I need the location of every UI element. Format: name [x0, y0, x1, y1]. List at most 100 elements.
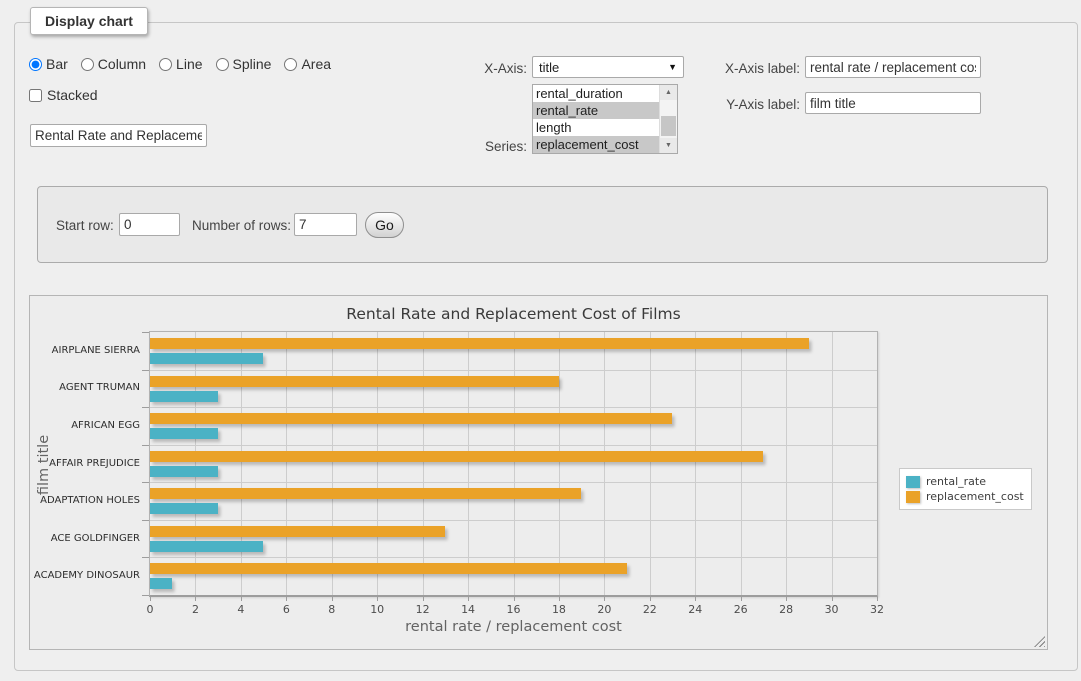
legend-entry: replacement_cost	[906, 489, 1024, 504]
y-tick-mark	[142, 520, 149, 521]
x-tick-mark	[286, 597, 287, 601]
gridline	[150, 557, 877, 558]
start-row-input[interactable]	[119, 213, 180, 236]
radio-bar[interactable]	[29, 58, 42, 71]
resize-grip-icon[interactable]	[1034, 636, 1045, 647]
x-tick-mark	[468, 597, 469, 601]
start-row-label: Start row:	[56, 218, 114, 233]
scroll-down-icon[interactable]: ▼	[660, 138, 677, 153]
series-option-replacement_cost[interactable]: replacement_cost	[533, 136, 659, 153]
chart-type-radio-line[interactable]: Line	[159, 56, 202, 72]
category-label: ACADEMY DINOSAUR	[30, 570, 140, 581]
bar-replacement_cost	[150, 526, 445, 537]
gridline	[241, 332, 242, 595]
radio-column[interactable]	[81, 58, 94, 71]
legend-label: rental_rate	[926, 475, 986, 488]
stacked-checkbox[interactable]	[29, 89, 42, 102]
x-axis-select-label: X-Axis:	[440, 61, 527, 76]
x-tick-label: 18	[539, 603, 579, 616]
x-axis-label-label: X-Axis label:	[695, 61, 800, 76]
x-tick-mark	[514, 597, 515, 601]
x-tick-label: 2	[175, 603, 215, 616]
gridline	[377, 332, 378, 595]
chart-type-radio-bar[interactable]: Bar	[29, 56, 68, 72]
x-tick-mark	[832, 597, 833, 601]
bar-rental_rate	[150, 541, 263, 552]
gridline	[604, 332, 605, 595]
y-axis-label-input[interactable]	[805, 92, 981, 114]
x-axis-label-input[interactable]	[805, 56, 981, 78]
x-tick-label: 8	[312, 603, 352, 616]
legend-label: replacement_cost	[926, 490, 1024, 503]
x-tick-label: 20	[584, 603, 624, 616]
chart-panel: Rental Rate and Replacement Cost of Film…	[29, 295, 1048, 650]
scroll-up-icon[interactable]: ▲	[660, 85, 677, 100]
gridline	[650, 332, 651, 595]
x-tick-label: 30	[812, 603, 852, 616]
x-tick-label: 10	[357, 603, 397, 616]
x-tick-label: 12	[403, 603, 443, 616]
x-tick-mark	[741, 597, 742, 601]
bar-rental_rate	[150, 391, 218, 402]
legend-swatch-replacement_cost	[906, 491, 920, 503]
gridline	[514, 332, 515, 595]
category-label: ACE GOLDFINGER	[30, 533, 140, 544]
category-label: AIRPLANE SIERRA	[30, 345, 140, 356]
gridline	[150, 520, 877, 521]
series-option-length[interactable]: length	[533, 119, 659, 136]
series-option-rental_rate[interactable]: rental_rate	[533, 102, 659, 119]
radio-spline[interactable]	[216, 58, 229, 71]
chart-type-radio-spline[interactable]: Spline	[216, 56, 272, 72]
y-tick-mark	[142, 557, 149, 558]
x-tick-mark	[150, 597, 151, 601]
chart-type-radio-area[interactable]: Area	[284, 56, 331, 72]
row-range-panel: Start row: Number of rows: Go	[37, 186, 1048, 263]
number-of-rows-input[interactable]	[294, 213, 357, 236]
bar-replacement_cost	[150, 563, 627, 574]
bar-rental_rate	[150, 503, 218, 514]
y-tick-mark	[142, 370, 149, 371]
x-tick-label: 4	[221, 603, 261, 616]
go-button[interactable]: Go	[365, 212, 404, 238]
chart-title-input[interactable]	[30, 124, 207, 147]
x-tick-label: 26	[721, 603, 761, 616]
x-tick-mark	[604, 597, 605, 601]
gridline	[695, 332, 696, 595]
x-tick-mark	[423, 597, 424, 601]
radio-label: Area	[301, 56, 331, 72]
bar-replacement_cost	[150, 413, 672, 424]
x-axis-select[interactable]: title ▼	[532, 56, 684, 78]
bar-rental_rate	[150, 578, 172, 589]
series-listbox[interactable]: rental_durationrental_ratelengthreplacem…	[532, 84, 678, 154]
y-tick-mark	[142, 482, 149, 483]
gridline	[286, 332, 287, 595]
bar-rental_rate	[150, 466, 218, 477]
series-scrollbar[interactable]: ▲ ▼	[659, 85, 677, 153]
x-tick-label: 6	[266, 603, 306, 616]
series-select-label: Series:	[440, 139, 527, 154]
x-tick-mark	[377, 597, 378, 601]
radio-label: Spline	[233, 56, 272, 72]
y-axis-label-label: Y-Axis label:	[695, 97, 800, 112]
gridline	[150, 445, 877, 446]
x-tick-mark	[695, 597, 696, 601]
legend-entries: rental_rate replacement_cost	[906, 474, 1024, 504]
y-tick-mark	[142, 407, 149, 408]
radio-area[interactable]	[284, 58, 297, 71]
scrollbar-thumb[interactable]	[661, 116, 676, 136]
chart-type-radio-group: Bar Column Line Spline Area	[29, 56, 331, 72]
radio-line[interactable]	[159, 58, 172, 71]
x-tick-label: 16	[494, 603, 534, 616]
x-tick-mark	[877, 597, 878, 601]
stacked-checkbox-row[interactable]: Stacked	[29, 87, 98, 103]
chart-type-radio-column[interactable]: Column	[81, 56, 146, 72]
x-axis-selected-value: title	[539, 60, 559, 75]
bar-replacement_cost	[150, 451, 763, 462]
series-option-rental_duration[interactable]: rental_duration	[533, 85, 659, 102]
bar-rental_rate	[150, 353, 263, 364]
x-tick-mark	[241, 597, 242, 601]
gridline	[150, 407, 877, 408]
x-tick-mark	[559, 597, 560, 601]
x-tick-label: 32	[857, 603, 897, 616]
gridline	[832, 332, 833, 595]
